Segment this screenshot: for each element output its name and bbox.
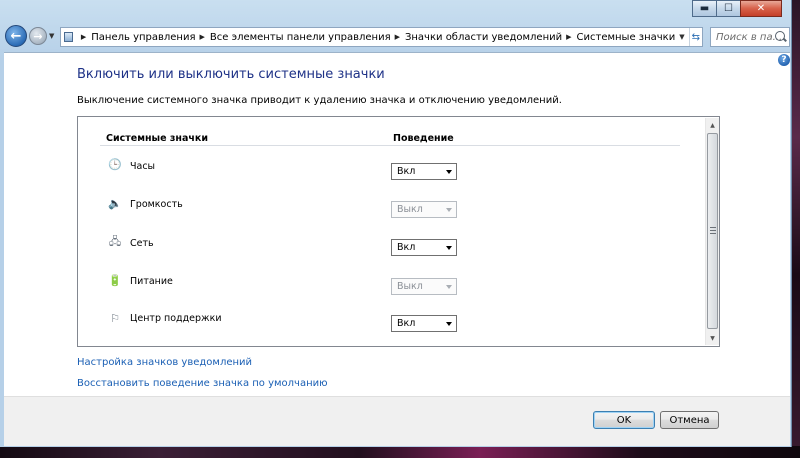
page-title: Включить или выключить системные значки [77, 67, 385, 82]
help-icon[interactable]: ? [778, 54, 790, 66]
select-value: Выкл [397, 204, 423, 215]
row-label-clock: Часы [130, 161, 156, 172]
back-button[interactable]: ← [5, 25, 27, 47]
refresh-icon[interactable]: ⇆ [688, 28, 702, 46]
caption-buttons: ▬ ☐ ✕ [692, 0, 782, 17]
address-dropdown-icon[interactable]: ▼ [675, 33, 688, 41]
column-header-icons: Системные значки [106, 133, 208, 144]
breadcrumb-system-icons[interactable]: Системные значки [577, 32, 676, 43]
forward-button[interactable]: → [29, 27, 47, 45]
power-icon: 🔋 [108, 274, 122, 287]
address-bar[interactable]: ▶ Панель управления ▶ Все элементы панел… [60, 27, 703, 47]
scroll-grip-icon [710, 227, 716, 234]
restore-default-behavior-link[interactable]: Восстановить поведение значка по умолчан… [77, 378, 328, 389]
clock-icon: 🕒 [108, 158, 122, 171]
network-behavior-select[interactable]: Вкл [391, 239, 457, 256]
action-center-behavior-select[interactable]: Вкл [391, 315, 457, 332]
select-value: Вкл [397, 166, 416, 177]
desktop-background-right [792, 0, 800, 458]
scroll-thumb[interactable] [707, 133, 718, 329]
chevron-down-icon [446, 285, 452, 289]
close-button[interactable]: ✕ [740, 0, 782, 17]
search-input[interactable]: Поиск в па... [710, 27, 790, 47]
breadcrumb-notification-icons[interactable]: Значки области уведомлений [405, 32, 562, 43]
action-center-flag-icon: ⚐ [110, 312, 120, 325]
row-label-power: Питание [130, 276, 173, 287]
minimize-button[interactable]: ▬ [692, 0, 717, 17]
scroll-up-icon[interactable]: ▲ [706, 118, 719, 132]
breadcrumb-all-items[interactable]: Все элементы панели управления [210, 32, 391, 43]
search-icon[interactable] [775, 31, 785, 41]
cancel-button[interactable]: Отмена [660, 411, 719, 429]
breadcrumb-arrow-icon[interactable]: ▶ [566, 33, 571, 41]
vertical-scrollbar[interactable]: ▲ ▼ [705, 118, 719, 345]
breadcrumb-arrow-icon[interactable]: ▶ [81, 33, 86, 41]
search-placeholder: Поиск в па... [716, 31, 783, 43]
chevron-down-icon [446, 322, 452, 326]
select-value: Выкл [397, 281, 423, 292]
power-behavior-select: Выкл [391, 278, 457, 295]
column-header-behavior: Поведение [393, 133, 454, 144]
network-icon: 🖧 [108, 235, 122, 248]
volume-behavior-select: Выкл [391, 201, 457, 218]
dialog-button-bar: OK Отмена [4, 396, 790, 446]
clock-behavior-select[interactable]: Вкл [391, 163, 457, 180]
row-label-volume: Громкость [130, 199, 183, 210]
recent-pages-chevron-icon[interactable]: ▼ [49, 32, 54, 40]
select-value: Вкл [397, 242, 416, 253]
system-icons-list: Системные значки Поведение 🕒 Часы Вкл 🔈 … [77, 116, 720, 347]
chevron-down-icon [446, 246, 452, 250]
chevron-down-icon [446, 208, 452, 212]
breadcrumb-arrow-icon[interactable]: ▶ [200, 33, 205, 41]
control-panel-icon [64, 32, 73, 42]
control-panel-window: ▬ ☐ ✕ ← → ▼ ▶ Панель управления ▶ Все эл… [0, 0, 792, 447]
page-description: Выключение системного значка приводит к … [77, 95, 562, 106]
maximize-button[interactable]: ☐ [716, 0, 741, 17]
row-label-network: Сеть [130, 238, 154, 249]
scroll-down-icon[interactable]: ▼ [706, 331, 719, 345]
ok-button[interactable]: OK [593, 411, 655, 429]
breadcrumb-arrow-icon[interactable]: ▶ [395, 33, 400, 41]
row-label-action-center: Центр поддержки [130, 313, 222, 324]
desktop-background-bottom [0, 446, 800, 458]
volume-icon: 🔈 [108, 197, 122, 210]
breadcrumb-control-panel[interactable]: Панель управления [91, 32, 195, 43]
chevron-down-icon [446, 170, 452, 174]
header-divider [100, 145, 680, 146]
select-value: Вкл [397, 318, 416, 329]
customize-notification-icons-link[interactable]: Настройка значков уведомлений [77, 357, 252, 368]
